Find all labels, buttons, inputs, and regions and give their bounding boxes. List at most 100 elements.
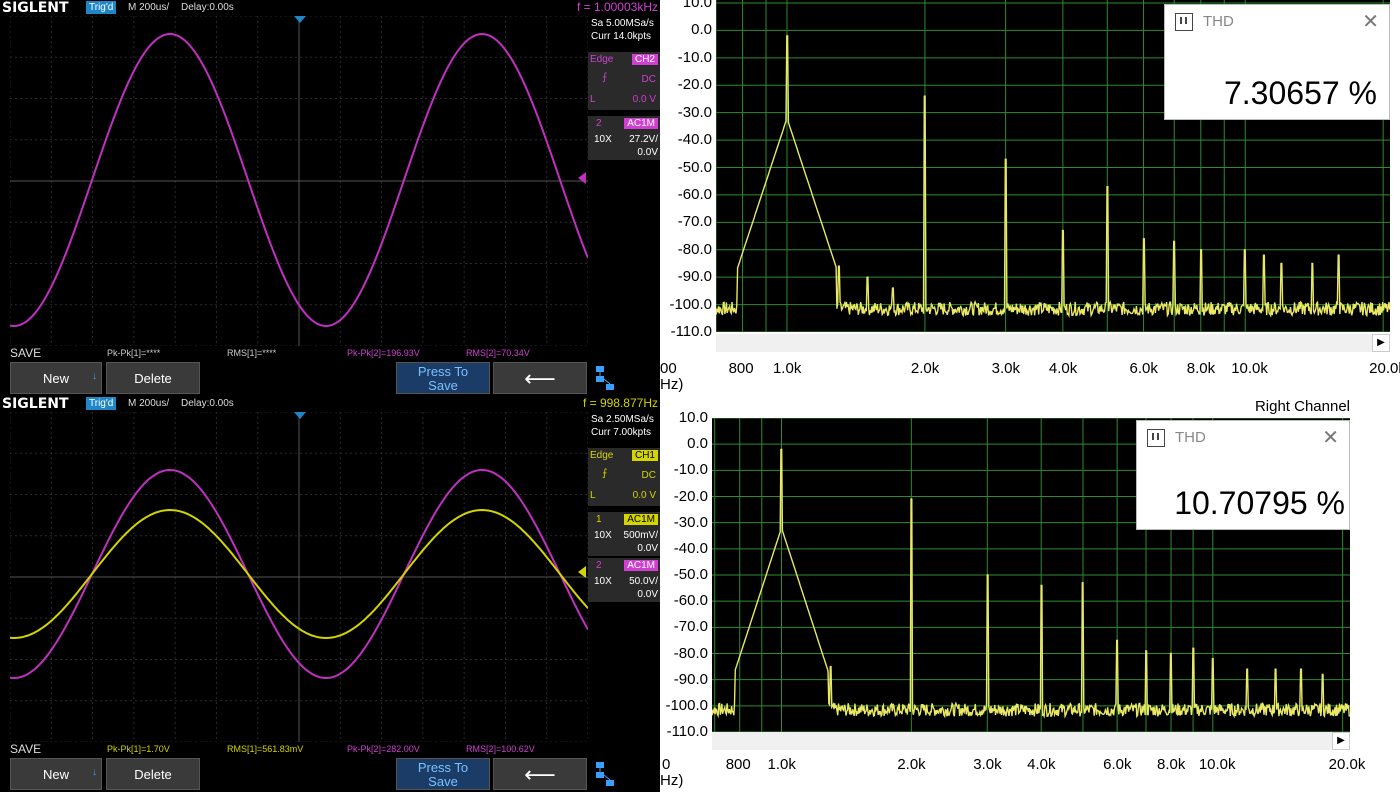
new-button[interactable]: New ↓ (10, 758, 102, 790)
fft-top-panel: 10.0 0.0 -10.0 -20.0 -30.0 -40.0 -50.0 -60.0 -70… (660, 0, 1400, 396)
scroll-right-arrow-icon[interactable]: ▶ (1332, 732, 1350, 750)
return-button[interactable]: ⟵ (493, 362, 587, 394)
trigger-level-marker[interactable] (578, 566, 586, 578)
vertical-offset: 0.0V (637, 147, 658, 158)
x-axis-unit-label: Hz) (660, 376, 684, 393)
scope-bottom-status-bar: SIGLENT Trig'd M 200us/ Delay:0.00s f = … (0, 396, 660, 412)
siglent-logo: SIGLENT (2, 0, 69, 16)
new-button-label: New (42, 767, 69, 782)
x-tick-label: 1.0k (767, 756, 796, 773)
sample-rate: Sa 2.50MSa/s (591, 414, 654, 425)
y-tick-label: -80.0 (673, 644, 708, 662)
y-tick-label: -110.0 (666, 723, 708, 740)
close-icon[interactable]: ✕ (1322, 425, 1339, 450)
y-tick-label: 10.0 (678, 409, 708, 426)
frequency-readout: f = 1.00003kHz (576, 0, 658, 14)
softkey-row: New ↓ Delete Press To Save ⟵ (0, 360, 660, 396)
sample-rate: Sa 5.00MSa/s (591, 18, 654, 29)
network-icon (594, 364, 616, 392)
y-tick-label: 0.0 (687, 435, 708, 453)
thd-value: 10.70795 % (1174, 485, 1345, 521)
x-tick-label: 2.0k (897, 756, 926, 773)
trigger-position-marker[interactable] (294, 16, 306, 23)
probe-ratio: 10X (594, 134, 612, 145)
measurement-rms-1: RMS[1]=**** (227, 348, 277, 358)
memory-depth: Curr 14.0kpts (591, 31, 652, 42)
trigger-panel[interactable]: Edge CH1 ⨍ DC L 0.0 V (588, 448, 660, 506)
trigger-source-badge: CH2 (631, 54, 658, 65)
channel-number: 2 (596, 118, 602, 129)
y-tick-label: -110.0 (670, 323, 712, 340)
new-button[interactable]: New ↓ (10, 362, 102, 394)
pause-icon[interactable] (1147, 429, 1165, 447)
measurement-rms-2: RMS[2]=70.34V (466, 348, 530, 358)
x-tick-label: 4.0k (1027, 756, 1056, 773)
horizontal-scrollbar[interactable]: ▶ (716, 334, 1390, 352)
trigger-source-badge: CH1 (631, 450, 658, 461)
siglent-logo: SIGLENT (2, 396, 69, 412)
measurement-bar: SAVE Pk-Pk[1]=**** RMS[1]=**** Pk-Pk[2]=… (0, 346, 660, 360)
trigger-level-marker[interactable] (578, 172, 586, 184)
channel-label: Right Channel (1254, 398, 1350, 415)
delete-button[interactable]: Delete (106, 362, 200, 394)
channel-1-box[interactable]: 1 AC1M 10X 500mV/ 0.0V (588, 512, 660, 556)
scope-bottom-waveform-grid (10, 412, 588, 742)
network-icon (594, 760, 616, 788)
x-tick-label: 4.0k (1048, 360, 1078, 377)
thd-title: THD (1203, 13, 1234, 30)
trigger-panel[interactable]: Edge CH2 ⨍ DC L 0.0 V (588, 52, 660, 110)
return-arrow-icon: ⟵ (524, 366, 556, 391)
scroll-right-arrow-icon[interactable]: ▶ (1372, 334, 1390, 352)
return-button[interactable]: ⟵ (493, 758, 587, 790)
x-tick-label: 1.0k (772, 360, 802, 377)
y-tick-label: -20.0 (677, 76, 712, 94)
thd-window[interactable]: THD ✕ 10.70795 % (1136, 420, 1350, 530)
thd-value: 7.30657 % (1223, 75, 1377, 111)
press-to-save-line1: Press To (417, 760, 469, 775)
x-tick-label: 3.0k (991, 360, 1020, 377)
probe-ratio: 10X (594, 530, 612, 541)
vertical-scale: 50.0V/ (629, 576, 658, 587)
x-tick-label: 800 (725, 756, 751, 773)
trigger-type: Edge (590, 54, 614, 65)
pause-icon[interactable] (1175, 13, 1193, 31)
x-tick-label: 2.0k (910, 360, 940, 377)
save-label: SAVE (10, 346, 42, 360)
rising-edge-icon: ⨍ (602, 72, 608, 83)
scope-bottom-side-panel: Sa 2.50MSa/s Curr 7.00kpts Edge CH1 ⨍ DC… (578, 412, 660, 742)
y-tick-label: -100.0 (669, 295, 712, 313)
press-to-save-button[interactable]: Press To Save (396, 362, 490, 394)
trigger-status-badge: Trig'd (86, 1, 117, 14)
y-tick-label: -70.0 (677, 213, 712, 231)
trigger-position-marker[interactable] (294, 412, 306, 419)
trigger-level: 0.0 V (632, 490, 656, 501)
channel-2-box[interactable]: 2 AC1M 10X 27.2V/ 0.0V (588, 116, 660, 160)
thd-title: THD (1175, 429, 1206, 446)
press-to-save-line1: Press To (417, 364, 469, 379)
y-tick-label: -60.0 (677, 185, 712, 203)
y-tick-label: -40.0 (677, 131, 712, 149)
arrow-down-icon: ↓ (92, 767, 97, 778)
thd-window[interactable]: THD ✕ 7.30657 % (1164, 4, 1390, 120)
delete-button[interactable]: Delete (106, 758, 200, 790)
arrow-down-icon: ↓ (92, 371, 97, 382)
y-tick-label: -90.0 (673, 670, 708, 688)
rising-edge-icon: ⨍ (602, 468, 608, 479)
channel-coupling-badge: AC1M (624, 118, 658, 129)
scope-top-status-bar: SIGLENT Trig'd M 200us/ Delay:0.00s f = … (0, 0, 660, 16)
y-tick-label: -10.0 (677, 48, 712, 66)
close-icon[interactable]: ✕ (1362, 9, 1379, 34)
timebase-readout: M 200us/ (128, 2, 170, 13)
y-tick-label: 0.0 (691, 21, 712, 39)
x-tick-label: 800 (728, 360, 754, 377)
y-tick-label: -50.0 (673, 566, 708, 583)
horizontal-scrollbar[interactable]: ▶ (712, 732, 1350, 750)
vertical-offset: 0.0V (637, 543, 658, 554)
y-tick-label: 10.0 (682, 0, 712, 11)
new-button-label: New (42, 371, 69, 386)
timebase-readout: M 200us/ (128, 398, 170, 409)
channel-2-box[interactable]: 2 AC1M 10X 50.0V/ 0.0V (588, 558, 660, 602)
vertical-offset: 0.0V (637, 589, 658, 600)
press-to-save-button[interactable]: Press To Save (396, 758, 490, 790)
measurement-rms-2: RMS[2]=100.62V (466, 744, 535, 754)
